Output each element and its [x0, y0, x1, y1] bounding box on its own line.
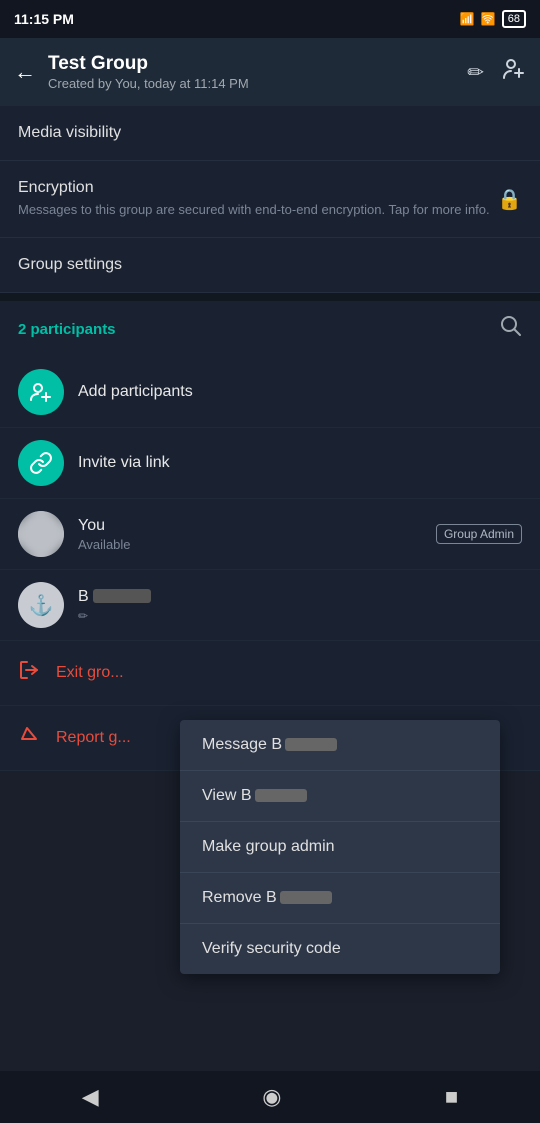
member-you-text: You Available: [78, 517, 422, 552]
battery-icon: 68: [502, 10, 526, 28]
wifi-icon: 🛜: [481, 12, 496, 26]
encryption-description: Messages to this group are secured with …: [18, 201, 490, 219]
context-view[interactable]: View B: [180, 771, 500, 822]
report-icon: [18, 724, 40, 752]
media-visibility-label: Media visibility: [18, 124, 121, 142]
context-menu: Message B View B Make group admin Remove…: [180, 720, 500, 974]
exit-group-label: Exit gro...: [56, 664, 124, 682]
group-title: Test Group: [48, 53, 455, 75]
status-bar: 11:15 PM 📶 🛜 68: [0, 0, 540, 38]
lock-icon: 🔒: [497, 187, 522, 212]
member-b[interactable]: ⚓ B ✏: [0, 570, 540, 641]
member-you[interactable]: You Available Group Admin: [0, 499, 540, 570]
member-b-name: B: [78, 588, 522, 606]
nav-square-button[interactable]: ■: [445, 1084, 458, 1110]
add-participants-label: Add participants: [78, 383, 193, 401]
add-participant-icon[interactable]: [502, 57, 526, 87]
add-participants-item[interactable]: Add participants: [0, 357, 540, 428]
nav-home-button[interactable]: ◉: [262, 1084, 281, 1110]
group-settings-item[interactable]: Group settings: [0, 238, 540, 293]
context-make-admin[interactable]: Make group admin: [180, 822, 500, 873]
add-participants-avatar: [18, 369, 64, 415]
media-visibility-item[interactable]: Media visibility: [0, 106, 540, 161]
header: ← Test Group Created by You, today at 11…: [0, 38, 540, 106]
header-text: Test Group Created by You, today at 11:1…: [48, 53, 455, 91]
back-button[interactable]: ←: [14, 59, 36, 85]
header-actions: ✏: [467, 57, 526, 87]
report-group-label: Report g...: [56, 729, 131, 747]
exit-icon: [18, 659, 40, 687]
encryption-item[interactable]: Encryption Messages to this group are se…: [0, 161, 540, 238]
member-you-name: You: [78, 517, 422, 535]
status-time: 11:15 PM: [14, 11, 74, 27]
member-b-text: B ✏: [78, 588, 522, 623]
member-b-avatar: ⚓: [18, 582, 64, 628]
invite-avatar: [18, 440, 64, 486]
context-message[interactable]: Message B: [180, 720, 500, 771]
group-admin-badge: Group Admin: [436, 524, 522, 544]
invite-link-label: Invite via link: [78, 454, 170, 472]
encryption-label: Encryption: [18, 179, 490, 197]
member-you-avatar: [18, 511, 64, 557]
status-icons: 📶 🛜 68: [460, 10, 526, 28]
section-divider: [0, 293, 540, 301]
search-icon[interactable]: [500, 315, 522, 343]
participants-count: 2 participants: [18, 321, 116, 338]
group-settings-label: Group settings: [18, 256, 122, 274]
context-verify[interactable]: Verify security code: [180, 924, 500, 974]
edit-icon[interactable]: ✏: [467, 60, 484, 85]
bottom-nav: ◀ ◉ ■: [0, 1071, 540, 1123]
member-you-status: Available: [78, 537, 422, 552]
participants-header: 2 participants: [0, 301, 540, 357]
member-b-status: ✏: [78, 608, 522, 623]
nav-back-button[interactable]: ◀: [82, 1084, 99, 1110]
context-remove[interactable]: Remove B: [180, 873, 500, 924]
signal-icon: 📶: [460, 12, 475, 26]
invite-via-link-item[interactable]: Invite via link: [0, 428, 540, 499]
group-subtitle: Created by You, today at 11:14 PM: [48, 76, 455, 91]
exit-group-item[interactable]: Exit gro...: [0, 641, 540, 706]
encryption-text: Encryption Messages to this group are se…: [18, 179, 490, 219]
